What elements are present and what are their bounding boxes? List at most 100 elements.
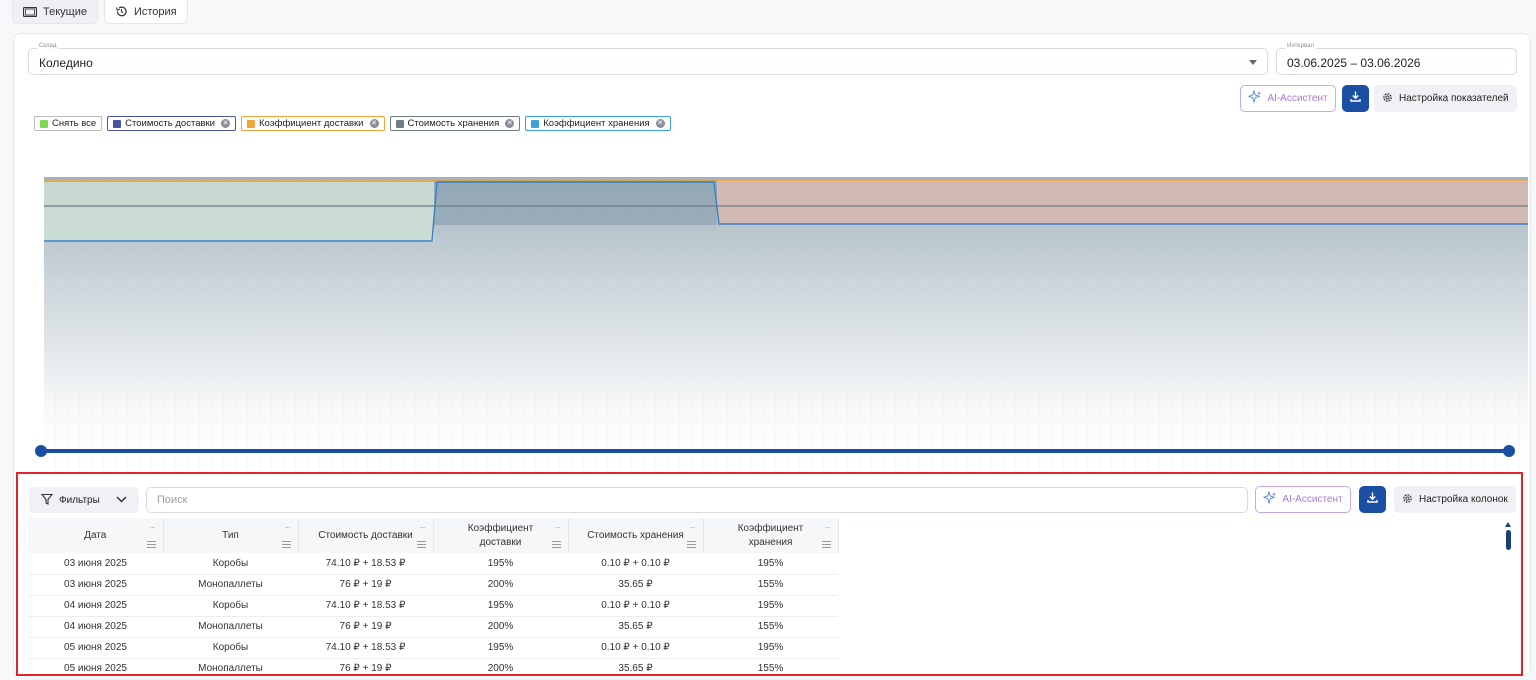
gear-icon <box>1382 92 1393 106</box>
cell-date: 03 июня 2025 <box>28 553 163 575</box>
column-header-type[interactable]: Тип ··· <box>163 518 299 553</box>
legend-chip-delivery-coef[interactable]: Коэффициент доставки ✕ <box>241 116 385 131</box>
cell-storage-coef: 155% <box>703 574 838 596</box>
tab-history[interactable]: История <box>103 0 188 24</box>
cell-storage-coef: 195% <box>703 553 838 575</box>
cell-storage-coef: 195% <box>703 637 838 659</box>
scroll-up-arrow[interactable] <box>1505 522 1511 527</box>
column-menu-icon[interactable]: ··· <box>825 521 831 535</box>
gear-icon <box>1402 493 1413 507</box>
download-icon <box>1366 491 1379 509</box>
column-filter-icon[interactable] <box>551 541 561 548</box>
legend-chip-delivery-cost[interactable]: Стоимость доставки ✕ <box>107 116 236 131</box>
legend-label: Стоимость хранения <box>407 118 500 129</box>
table-row[interactable]: 05 июня 2025 Коробы 74.10 ₽ + 18.53 ₽ 19… <box>28 637 838 659</box>
cell-delivery-cost: 74.10 ₽ + 18.53 ₽ <box>298 595 433 617</box>
interval-field[interactable]: Интервал 03.06.2025 – 03.06.2026 <box>1276 43 1517 75</box>
cell-delivery-cost: 74.10 ₽ + 18.53 ₽ <box>298 637 433 659</box>
chart-settings-label: Настройка показателей <box>1399 93 1509 104</box>
search-input[interactable] <box>147 488 1247 512</box>
column-header-delivery-coef[interactable]: Коэффициент доставки ··· <box>433 518 569 553</box>
cell-delivery-coef: 195% <box>433 553 568 575</box>
legend-swatch <box>531 119 540 128</box>
column-menu-icon[interactable]: ··· <box>555 521 561 535</box>
cell-storage-cost: 35.65 ₽ <box>568 616 703 638</box>
legend-clear-all[interactable]: Снять все <box>34 116 103 131</box>
download-icon <box>1349 90 1362 108</box>
interval-label: Интервал <box>1285 43 1316 49</box>
table-download-button[interactable] <box>1359 486 1386 513</box>
column-menu-icon[interactable]: ··· <box>285 521 291 535</box>
tab-current-label: Текущие <box>43 5 87 18</box>
cell-delivery-coef: 195% <box>433 595 568 617</box>
chart-settings-button[interactable]: Настройка показателей <box>1374 85 1517 112</box>
tab-current[interactable]: Текущие <box>12 0 98 24</box>
legend-chip-storage-cost[interactable]: Стоимость хранения ✕ <box>389 116 521 131</box>
chart-ai-label: AI-Ассистент <box>1267 93 1328 104</box>
filters-button[interactable]: Фильтры <box>29 487 139 513</box>
legend-clear-all-label: Снять все <box>52 118 97 129</box>
table-header-row: Дата ··· Тип ··· Стоимость доставки ··· Коэ… <box>28 518 839 553</box>
chart-download-button[interactable] <box>1342 85 1369 112</box>
table-row[interactable]: 04 июня 2025 Коробы 74.10 ₽ + 18.53 ₽ 19… <box>28 595 838 617</box>
column-filter-icon[interactable] <box>416 541 426 548</box>
column-header-delivery-cost[interactable]: Стоимость доставки ··· <box>298 518 434 553</box>
cell-type: Монопаллеты <box>163 616 298 638</box>
view-tabs: Текущие История <box>12 0 188 24</box>
chart-ai-assistant-button[interactable]: AI-Ассистент <box>1240 85 1336 112</box>
column-settings-button[interactable]: Настройка колонок <box>1394 486 1516 513</box>
rates-table: Дата ··· Тип ··· Стоимость доставки ··· Коэ… <box>28 518 839 680</box>
cell-storage-coef: 195% <box>703 595 838 617</box>
cell-type: Коробы <box>163 637 298 659</box>
table-section: Фильтры AI-Ассистент Настройка колонок Д… <box>16 472 1523 680</box>
column-menu-icon[interactable]: ··· <box>150 521 156 535</box>
legend-swatch <box>113 119 122 128</box>
range-handle-end[interactable] <box>1503 445 1515 457</box>
table-row[interactable]: 03 июня 2025 Монопаллеты 76 ₽ + 19 ₽ 200… <box>28 574 838 596</box>
warehouse-select[interactable]: Склад Коледино <box>28 43 1268 75</box>
close-icon[interactable]: ✕ <box>655 119 665 128</box>
cell-storage-cost: 0.10 ₽ + 0.10 ₽ <box>568 595 703 617</box>
column-filter-icon[interactable] <box>821 541 831 548</box>
legend-swatch <box>395 119 404 128</box>
legend-label: Коэффициент хранения <box>543 118 650 129</box>
history-icon <box>115 5 128 18</box>
search-input-wrapper <box>146 487 1248 513</box>
cell-delivery-coef: 200% <box>433 616 568 638</box>
column-menu-icon[interactable]: ··· <box>420 521 426 535</box>
warehouse-value: Коледино <box>39 56 93 70</box>
column-filter-icon[interactable] <box>146 541 156 548</box>
legend-swatch <box>40 119 48 128</box>
close-icon[interactable]: ✕ <box>505 119 515 128</box>
vertical-scrollbar[interactable] <box>1506 530 1511 550</box>
cell-storage-cost: 0.10 ₽ + 0.10 ₽ <box>568 553 703 575</box>
legend-chip-storage-coef[interactable]: Коэффициент хранения ✕ <box>525 116 671 131</box>
tablet-icon <box>23 6 37 17</box>
tab-history-label: История <box>133 5 177 18</box>
cell-delivery-cost: 76 ₽ + 19 ₽ <box>298 616 433 638</box>
series-legend: Снять все Стоимость доставки ✕ Коэффицие… <box>34 116 671 131</box>
range-handle-start[interactable] <box>35 445 47 457</box>
cell-storage-cost: 0.10 ₽ + 0.10 ₽ <box>568 637 703 659</box>
column-header-date[interactable]: Дата ··· <box>28 518 164 553</box>
column-header-storage-cost[interactable]: Стоимость хранения ··· <box>568 518 704 553</box>
table-row[interactable]: 03 июня 2025 Коробы 74.10 ₽ + 18.53 ₽ 19… <box>28 553 838 575</box>
sparkle-icon <box>1262 490 1277 508</box>
indicators-chart <box>44 177 1528 480</box>
cell-delivery-cost: 74.10 ₽ + 18.53 ₽ <box>298 553 433 575</box>
interval-value: 03.06.2025 – 03.06.2026 <box>1287 56 1421 70</box>
close-icon[interactable]: ✕ <box>369 119 379 128</box>
column-menu-icon[interactable]: ··· <box>690 521 696 535</box>
series-band-right <box>717 180 1528 225</box>
column-filter-icon[interactable] <box>281 541 291 548</box>
column-header-storage-coef[interactable]: Коэффициент хранения ··· <box>703 518 839 553</box>
cell-delivery-coef: 200% <box>433 574 568 596</box>
table-ai-assistant-button[interactable]: AI-Ассистент <box>1255 486 1351 513</box>
column-filter-icon[interactable] <box>686 541 696 548</box>
close-icon[interactable]: ✕ <box>221 119 230 128</box>
table-row[interactable]: 04 июня 2025 Монопаллеты 76 ₽ + 19 ₽ 200… <box>28 616 838 638</box>
filter-icon <box>40 493 54 508</box>
cell-delivery-coef: 195% <box>433 637 568 659</box>
legend-label: Коэффициент доставки <box>259 118 364 129</box>
range-slider[interactable] <box>34 444 1516 458</box>
